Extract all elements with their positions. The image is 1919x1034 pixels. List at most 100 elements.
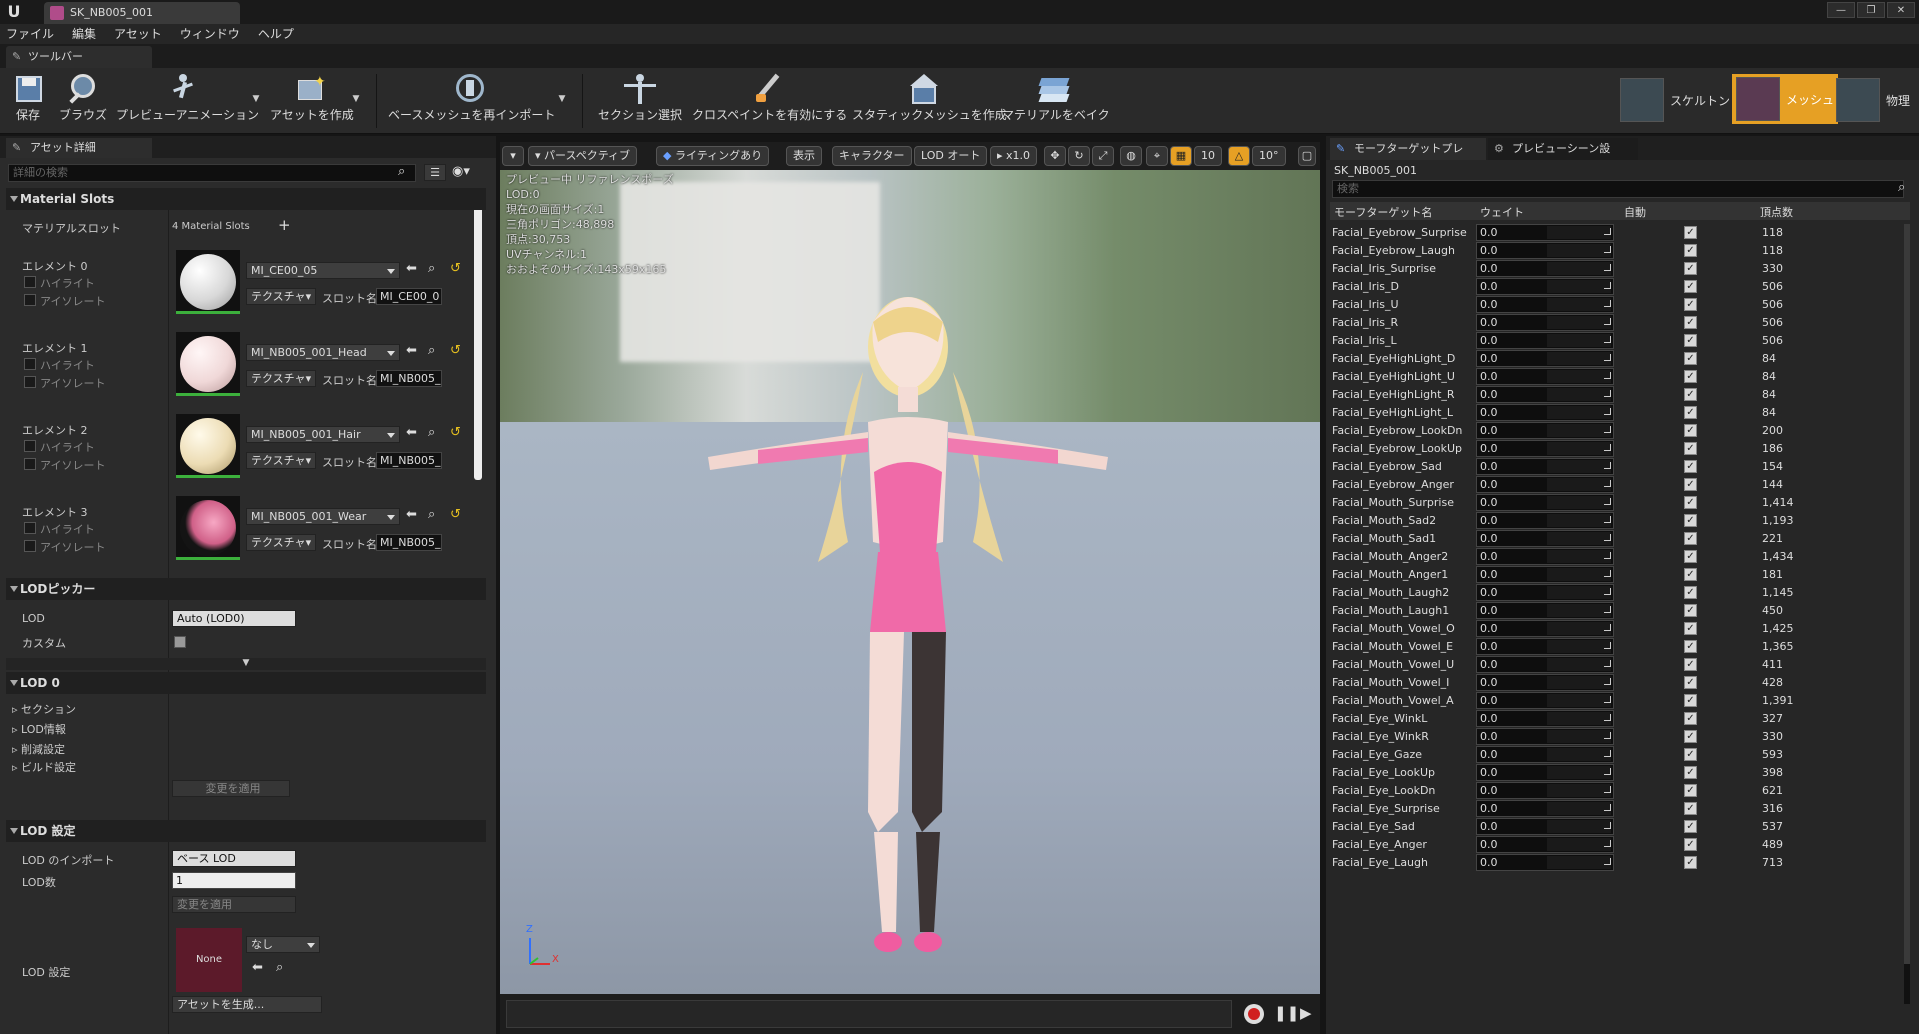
auto-checkbox[interactable]: ✓ — [1684, 550, 1697, 563]
surface-snap-icon[interactable]: ⌖ — [1146, 146, 1168, 166]
slot-name-field[interactable]: MI_NB005_ — [376, 370, 442, 387]
weight-spinbox[interactable]: 0.0 — [1476, 296, 1614, 313]
table-row[interactable]: Facial_Iris_U 0.0 ✓ 506 — [1330, 296, 1904, 314]
use-selected-arrow-icon[interactable]: ⬅ — [406, 507, 417, 522]
slot-name-field[interactable]: MI_CE00_0 — [376, 288, 442, 305]
weight-spinbox[interactable]: 0.0 — [1476, 764, 1614, 781]
weight-spinbox[interactable]: 0.0 — [1476, 494, 1614, 511]
create-asset-dropdown[interactable]: ▼ — [350, 94, 362, 106]
menu-file[interactable]: ファイル — [6, 24, 54, 44]
lod0-item-section[interactable]: ▹ セクション — [12, 701, 76, 717]
lod0-header[interactable]: LOD 0 — [6, 672, 486, 694]
lod0-item-build[interactable]: ▹ ビルド設定 — [12, 759, 76, 775]
list-view-icon[interactable]: ☰ — [424, 164, 446, 181]
highlight-checkbox[interactable] — [24, 440, 36, 452]
texture-dropdown[interactable]: テクスチャ▾ — [246, 288, 316, 305]
table-row[interactable]: Facial_Eye_Anger 0.0 ✓ 489 — [1330, 836, 1904, 854]
use-selected-arrow-icon[interactable]: ⬅ — [406, 425, 417, 440]
table-row[interactable]: Facial_Iris_R 0.0 ✓ 506 — [1330, 314, 1904, 332]
texture-dropdown[interactable]: テクスチャ▾ — [246, 534, 316, 551]
auto-checkbox[interactable]: ✓ — [1684, 856, 1697, 869]
grid-snap-icon[interactable]: ▦ — [1170, 146, 1192, 166]
auto-checkbox[interactable]: ✓ — [1684, 442, 1697, 455]
table-row[interactable]: Facial_Eye_Laugh 0.0 ✓ 713 — [1330, 854, 1904, 872]
auto-checkbox[interactable]: ✓ — [1684, 838, 1697, 851]
table-row[interactable]: Facial_Eye_LookUp 0.0 ✓ 398 — [1330, 764, 1904, 782]
auto-checkbox[interactable]: ✓ — [1684, 586, 1697, 599]
preview-animation-dropdown[interactable]: ▼ — [250, 94, 262, 106]
morph-search-input[interactable]: 検索 — [1332, 180, 1904, 198]
browse-magnifier-icon[interactable]: ⌕ — [428, 507, 435, 522]
lod-settings-combo[interactable]: なし — [246, 936, 320, 953]
scrollbar-thumb[interactable] — [1904, 224, 1910, 964]
weight-spinbox[interactable]: 0.0 — [1476, 512, 1614, 529]
create-static-mesh-button[interactable]: スタティックメッシュを作成 — [852, 72, 1007, 130]
step-forward-icon[interactable]: ▶ — [1300, 1004, 1312, 1022]
timeline-scrubber[interactable] — [506, 1000, 1232, 1028]
auto-checkbox[interactable]: ✓ — [1684, 406, 1697, 419]
menu-edit[interactable]: 編集 — [72, 24, 96, 44]
weight-spinbox[interactable]: 0.0 — [1476, 836, 1614, 853]
isolate-checkbox[interactable] — [24, 376, 36, 388]
menu-help[interactable]: ヘルプ — [258, 24, 294, 44]
reimport-base-mesh-button[interactable]: ベースメッシュを再インポート — [388, 72, 555, 130]
auto-checkbox[interactable]: ✓ — [1684, 766, 1697, 779]
weight-spinbox[interactable]: 0.0 — [1476, 584, 1614, 601]
column-header[interactable]: ウェイト — [1480, 204, 1524, 220]
weight-spinbox[interactable]: 0.0 — [1476, 566, 1614, 583]
auto-checkbox[interactable]: ✓ — [1684, 316, 1697, 329]
reset-arrow-icon[interactable]: ↺ — [450, 261, 461, 276]
lighting-button[interactable]: ◆ ライティングあり — [656, 146, 770, 166]
table-row[interactable]: Facial_Mouth_Vowel_A 0.0 ✓ 1,391 — [1330, 692, 1904, 710]
unreal-logo-icon[interactable]: U — [4, 2, 24, 22]
auto-checkbox[interactable]: ✓ — [1684, 820, 1697, 833]
material-thumbnail[interactable] — [176, 332, 240, 396]
weight-spinbox[interactable]: 0.0 — [1476, 800, 1614, 817]
highlight-checkbox[interactable] — [24, 276, 36, 288]
mode-mesh[interactable]: メッシュ — [1732, 74, 1839, 124]
create-asset-button[interactable]: ✦ アセットを作成 — [270, 72, 354, 130]
close-button[interactable]: ✕ — [1887, 2, 1915, 18]
character-button[interactable]: キャラクター — [832, 146, 912, 166]
weight-spinbox[interactable]: 0.0 — [1476, 476, 1614, 493]
show-button[interactable]: 表示 — [786, 146, 822, 166]
material-thumbnail[interactable] — [176, 414, 240, 478]
table-row[interactable]: Facial_Mouth_Surprise 0.0 ✓ 1,414 — [1330, 494, 1904, 512]
table-row[interactable]: Facial_Eye_Surprise 0.0 ✓ 316 — [1330, 800, 1904, 818]
world-local-icon[interactable]: ◍ — [1120, 146, 1142, 166]
browse-magnifier-icon[interactable]: ⌕ — [276, 960, 283, 975]
weight-spinbox[interactable]: 0.0 — [1476, 404, 1614, 421]
texture-dropdown[interactable]: テクスチャ▾ — [246, 370, 316, 387]
weight-spinbox[interactable]: 0.0 — [1476, 728, 1614, 745]
table-row[interactable]: Facial_Eyebrow_Laugh 0.0 ✓ 118 — [1330, 242, 1904, 260]
translate-icon[interactable]: ✥ — [1044, 146, 1066, 166]
weight-spinbox[interactable]: 0.0 — [1476, 746, 1614, 763]
slot-name-field[interactable]: MI_NB005_ — [376, 534, 442, 551]
reimport-dropdown[interactable]: ▼ — [556, 94, 568, 106]
auto-checkbox[interactable]: ✓ — [1684, 694, 1697, 707]
weight-spinbox[interactable]: 0.0 — [1476, 818, 1614, 835]
weight-spinbox[interactable]: 0.0 — [1476, 440, 1614, 457]
weight-spinbox[interactable]: 0.0 — [1476, 260, 1614, 277]
mode-skeleton[interactable]: スケルトン — [1620, 74, 1730, 126]
auto-checkbox[interactable]: ✓ — [1684, 802, 1697, 815]
table-row[interactable]: Facial_Eye_Gaze 0.0 ✓ 593 — [1330, 746, 1904, 764]
weight-spinbox[interactable]: 0.0 — [1476, 854, 1614, 871]
lod-count-field[interactable]: 1 — [172, 872, 296, 889]
auto-checkbox[interactable]: ✓ — [1684, 748, 1697, 761]
weight-spinbox[interactable]: 0.0 — [1476, 548, 1614, 565]
menu-window[interactable]: ウィンドウ — [180, 24, 240, 44]
lod-auto-button[interactable]: LOD オート — [914, 146, 988, 166]
rotation-snap-icon[interactable]: △ — [1228, 146, 1250, 166]
browse-magnifier-icon[interactable]: ⌕ — [428, 261, 435, 276]
lod0-item-reduction[interactable]: ▹ 削減設定 — [12, 741, 65, 757]
record-button[interactable] — [1244, 1004, 1264, 1024]
lod-select[interactable]: Auto (LOD0) — [172, 610, 296, 627]
document-tab[interactable]: SK_NB005_001 — [44, 2, 240, 24]
bake-material-button[interactable]: マテリアルをベイク — [1002, 72, 1110, 130]
material-combo[interactable]: MI_NB005_001_Hair — [246, 426, 400, 443]
auto-checkbox[interactable]: ✓ — [1684, 388, 1697, 401]
toolbar-tab[interactable]: ✎ ツールバー — [6, 46, 152, 68]
table-row[interactable]: Facial_Iris_Surprise 0.0 ✓ 330 — [1330, 260, 1904, 278]
auto-checkbox[interactable]: ✓ — [1684, 460, 1697, 473]
